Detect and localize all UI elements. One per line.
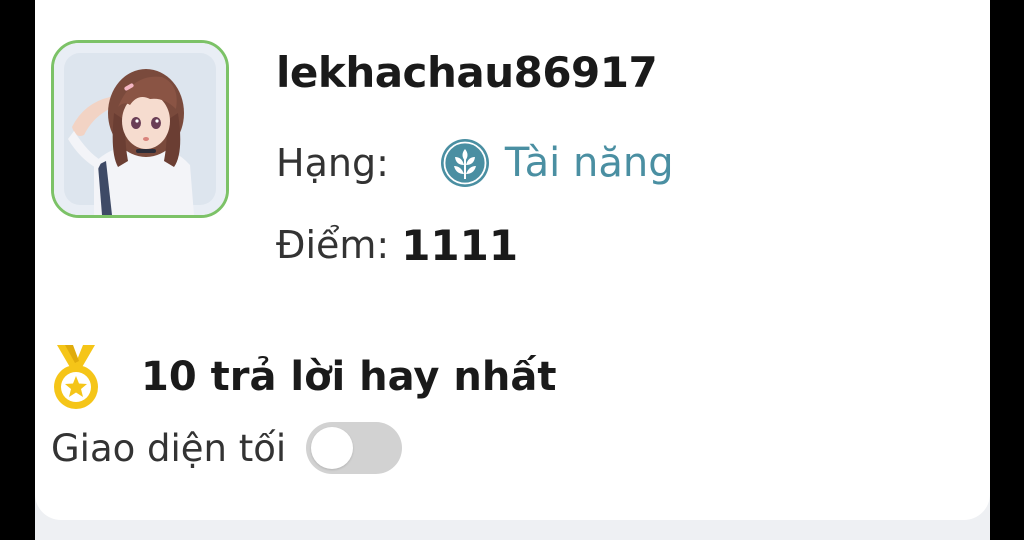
username[interactable]: lekhachau86917 xyxy=(276,48,658,97)
best-answers-row: 10 trả lời hay nhất xyxy=(51,342,557,412)
best-answers-text: 10 trả lời hay nhất xyxy=(141,354,557,400)
profile-card: lekhachau86917 Hạng: Tài năng Điểm: 1111… xyxy=(35,0,990,520)
rank-row: Hạng: Tài năng xyxy=(276,133,674,193)
rank-name[interactable]: Tài năng xyxy=(505,140,674,186)
dark-mode-label: Giao diện tối xyxy=(51,426,287,470)
points-row: Điểm: 1111 xyxy=(276,215,518,275)
avatar[interactable] xyxy=(51,40,229,218)
gold-medal-icon xyxy=(51,343,101,411)
points-label: Điểm: xyxy=(276,223,390,267)
dark-mode-row: Giao diện tối xyxy=(51,418,403,478)
leaf-badge-icon xyxy=(439,137,491,189)
profile-panel: lekhachau86917 Hạng: Tài năng Điểm: 1111… xyxy=(35,0,990,540)
points-value: 1111 xyxy=(401,220,519,270)
dark-mode-toggle[interactable] xyxy=(306,422,403,474)
avatar-image xyxy=(54,43,226,215)
toggle-knob xyxy=(311,427,354,469)
rank-label: Hạng: xyxy=(276,141,389,185)
